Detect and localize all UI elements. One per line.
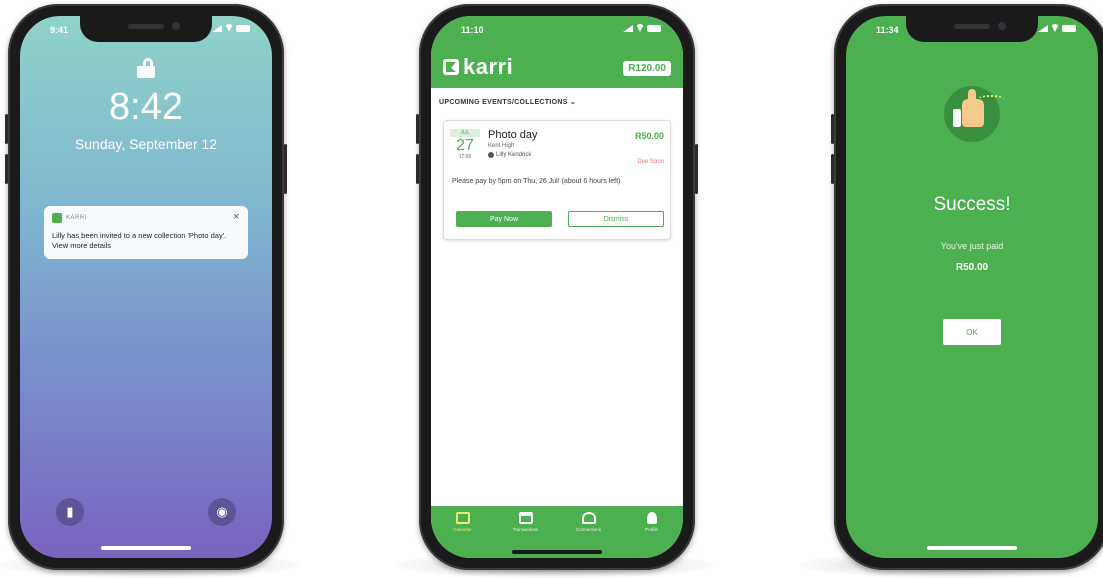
side-button	[416, 154, 419, 184]
unlock-icon	[137, 58, 155, 78]
event-title: Photo day	[488, 129, 538, 141]
battery-icon	[1062, 24, 1076, 32]
power-button	[284, 144, 287, 194]
event-message: Please pay by 5pm on Thu, 26 Jul! (about…	[452, 178, 621, 185]
wallet-balance[interactable]: R120.00	[623, 61, 671, 76]
person-icon	[646, 512, 657, 524]
section-dropdown[interactable]: UPCOMING EVENTS/COLLECTIONS ⌄	[439, 98, 576, 106]
camera-icon[interactable]: ◉	[208, 498, 236, 526]
signal-icon	[212, 24, 222, 32]
phone-success: 11:34 Success! You've just paid R50.00 O…	[831, 4, 1103, 570]
event-date: JUL 27 17:00	[450, 129, 480, 160]
home-indicator[interactable]	[927, 546, 1017, 550]
wifi-icon	[225, 24, 233, 32]
success-screen: 11:34 Success! You've just paid R50.00 O…	[846, 16, 1098, 558]
notification-card[interactable]: KARRI × Lilly has been invited to a new …	[44, 206, 248, 260]
phone-app: 11:10 karri R120.00 UPCOMING EVENTS/COLL…	[416, 4, 698, 570]
battery-icon	[647, 24, 661, 32]
phone-lockscreen: 9:41 8:42 Sunday, September 12 KARRI × L…	[5, 4, 287, 570]
side-button	[831, 154, 834, 184]
event-price: R50.00	[634, 131, 664, 141]
flashlight-icon[interactable]: ▮	[56, 498, 84, 526]
notification-message: Lilly has been invited to a new collecti…	[52, 231, 227, 251]
pay-now-button[interactable]: Pay Now	[456, 211, 552, 227]
karri-app-icon	[52, 212, 62, 223]
status-time: 11:34	[876, 25, 899, 35]
wifi-icon	[1051, 24, 1059, 32]
side-button	[831, 114, 834, 144]
nav-profile[interactable]: Profile	[632, 512, 672, 558]
side-button	[5, 114, 8, 144]
chevron-down-icon: ⌄	[569, 99, 577, 106]
event-school: Kent High	[488, 143, 515, 149]
wifi-icon	[636, 24, 644, 32]
home-indicator[interactable]	[512, 550, 602, 554]
success-amount: R50.00	[955, 262, 989, 273]
signal-icon	[623, 24, 633, 32]
success-title: Success!	[933, 194, 1011, 215]
card-icon	[518, 512, 533, 524]
status-bar: 9:41	[20, 16, 272, 42]
karri-logo: karri	[443, 54, 513, 80]
signal-icon	[1038, 24, 1048, 32]
lock-time: 8:42	[109, 86, 183, 128]
event-time: 17:00	[458, 154, 472, 160]
event-student: Lilly Kendrick	[488, 152, 531, 158]
dismiss-button[interactable]: Dismiss	[568, 211, 664, 227]
nav-calendar[interactable]: Calendar	[443, 512, 483, 558]
event-card[interactable]: JUL 27 17:00 Photo day Kent High Lilly K…	[443, 120, 671, 240]
people-icon	[581, 512, 596, 524]
status-bar: 11:34	[846, 16, 1098, 42]
notification-app-name: KARRI	[66, 214, 87, 221]
ok-button[interactable]: OK	[943, 319, 1001, 345]
success-message: You've just paid	[940, 241, 1004, 251]
karri-logo-icon	[443, 59, 459, 75]
power-button	[695, 144, 698, 194]
event-month: JUL	[450, 129, 480, 137]
event-day: 27	[456, 137, 474, 154]
app-screen: 11:10 karri R120.00 UPCOMING EVENTS/COLL…	[431, 16, 683, 558]
status-time: 11:10	[461, 25, 484, 35]
home-indicator[interactable]	[101, 546, 191, 550]
lockscreen: 9:41 8:42 Sunday, September 12 KARRI × L…	[20, 16, 272, 558]
status-time: 9:41	[50, 25, 69, 35]
side-button	[416, 114, 419, 144]
lock-date: Sunday, September 12	[74, 136, 218, 152]
battery-icon	[236, 24, 250, 32]
user-icon	[488, 152, 494, 158]
section-title: UPCOMING EVENTS/COLLECTIONS	[439, 99, 568, 106]
side-button	[5, 154, 8, 184]
due-soon-badge: Due Soon	[637, 159, 664, 165]
thumbs-up-icon	[944, 86, 1004, 142]
app-header: karri R120.00	[431, 42, 683, 88]
status-bar: 11:10	[431, 16, 683, 42]
calendar-icon	[455, 512, 470, 524]
close-icon[interactable]: ×	[233, 212, 240, 223]
